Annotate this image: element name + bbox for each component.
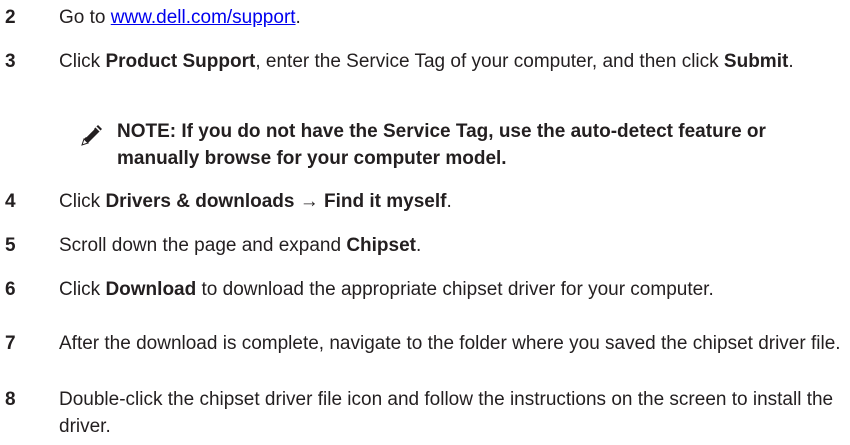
step-text-part: Scroll down the page and expand	[59, 235, 347, 256]
step-text-part: Click	[59, 279, 106, 300]
step-text: After the download is complete, navigate…	[59, 330, 844, 357]
step-text-part: Double-click the chipset driver file ico…	[59, 389, 834, 437]
step-number: 6	[5, 279, 16, 300]
step-text: Double-click the chipset driver file ico…	[59, 386, 844, 440]
step-text-part: Click	[59, 51, 106, 72]
step-text-part: After the download is complete, navigate…	[59, 333, 841, 354]
ui-term-download: Download	[105, 279, 197, 300]
step-text: Click Product Support, enter the Service…	[59, 48, 844, 75]
step-text: Go to www.dell.com/support.	[59, 4, 844, 31]
step-text-part: .	[416, 235, 422, 256]
step-number: 3	[5, 51, 16, 72]
dell-support-link[interactable]: www.dell.com/support	[111, 7, 296, 28]
step-text-part: .	[788, 51, 794, 72]
step-number: 4	[5, 191, 16, 212]
step-number: 8	[5, 389, 16, 410]
ui-term-chipset: Chipset	[346, 235, 417, 256]
step-text-part: Go to	[59, 7, 111, 28]
ui-term-submit: Submit	[723, 51, 789, 72]
step-text: Click Drivers & downloads → Find it myse…	[59, 188, 844, 215]
step-number: 2	[5, 7, 16, 28]
note-pencil-icon	[80, 121, 106, 147]
note-text: NOTE: If you do not have the Service Tag…	[117, 121, 766, 169]
ui-term-find-it-myself: Find it myself	[324, 191, 447, 212]
step-text-part: to download the appropriate chipset driv…	[196, 279, 714, 300]
step-text-part: .	[295, 7, 301, 28]
ui-term-drivers-downloads: Drivers & downloads	[105, 191, 295, 212]
step-text-part: Click	[59, 191, 106, 212]
step-text: Scroll down the page and expand Chipset.	[59, 232, 844, 259]
step-number: 7	[5, 333, 16, 354]
step-text-part: .	[446, 191, 452, 212]
arrow-separator: →	[294, 191, 325, 212]
step-number: 5	[5, 235, 16, 256]
ui-term-product-support: Product Support	[105, 51, 256, 72]
step-text-part: , enter the Service Tag of your computer…	[255, 51, 724, 72]
step-text: Click Download to download the appropria…	[59, 276, 844, 303]
